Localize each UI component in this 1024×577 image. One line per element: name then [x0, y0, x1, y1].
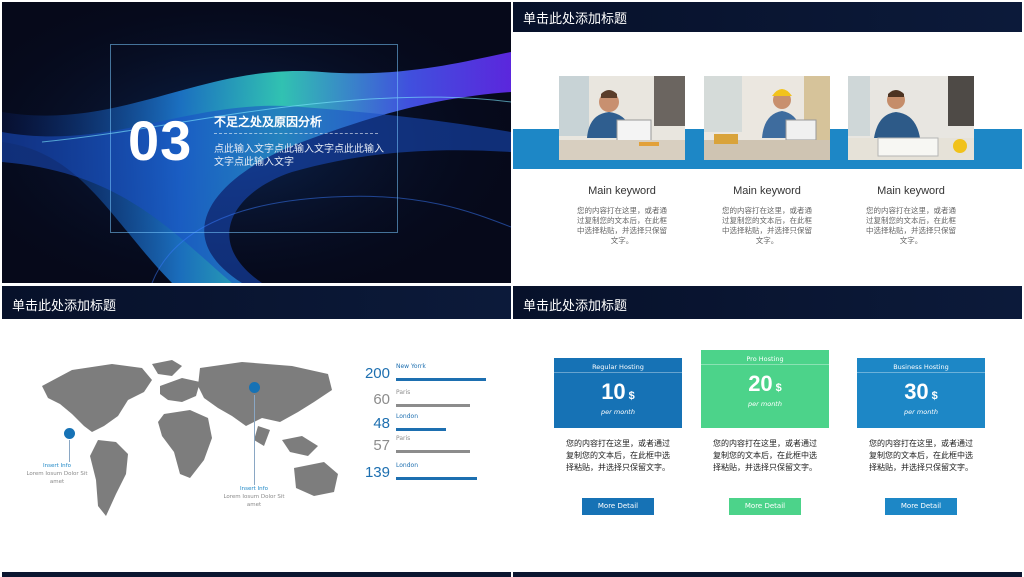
pricing-card-business: Business Hosting 30 $ per month 您的内容打在这里，… [857, 358, 985, 515]
keyword-column: Main keyword 您的内容打在这里，或者通过复制您的文本后，在此框中选择… [704, 185, 830, 246]
slide-titlebar: 单击此处添加标题 [513, 286, 1022, 319]
slide-section-03[interactable]: 03 不足之处及原因分析 点此输入文字点此输入文字点此此输入文字点此输入文字 [2, 2, 511, 283]
stat-value: 48 [373, 415, 390, 432]
price-amount: 10 [601, 379, 626, 404]
slide-titlebar: 单击此处添加标题 [513, 2, 1022, 32]
slide-title: 单击此处添加标题 [523, 12, 628, 27]
worker-photo [848, 76, 974, 160]
stat-bar [396, 477, 477, 480]
stat-city: Paris [396, 389, 411, 396]
plan-name: Regular Hosting [554, 358, 682, 373]
location-pin-icon [249, 382, 260, 393]
pin-text: Lorem Iosum Dolor Sit amet [223, 494, 285, 508]
stat-row: 139 London [352, 462, 492, 484]
pin-text: Lorem Iosum Dolor Sit amet [26, 471, 88, 485]
card-header: Pro Hosting 20 $ per month [701, 350, 829, 428]
slide-title: 单击此处添加标题 [12, 299, 117, 314]
plan-name: Business Hosting [857, 358, 985, 373]
plan-period: per month [904, 408, 938, 416]
stat-bar [396, 450, 470, 453]
stat-city: London [396, 462, 418, 469]
section-heading: 不足之处及原因分析 [214, 115, 323, 129]
stat-city: Paris [396, 435, 411, 442]
slide-keywords[interactable]: 单击此处添加标题 Main keyword 您的内容打在这里，或者通过复制您的文… [513, 2, 1022, 283]
stat-city: New Yorrk [396, 363, 426, 370]
stat-bar [396, 404, 470, 407]
slide-title: 单击此处添加标题 [523, 299, 628, 314]
card-header: Business Hosting 30 $ per month [857, 358, 985, 428]
stat-row: 60 Paris [352, 389, 492, 411]
keyword-column: Main keyword 您的内容打在这里，或者通过复制您的文本后，在此框中选择… [848, 185, 974, 246]
stat-bar [396, 378, 486, 381]
plan-name: Pro Hosting [701, 350, 829, 365]
pin-label: Insert Info [43, 463, 71, 469]
card-header: Regular Hosting 10 $ per month [554, 358, 682, 428]
price-currency: $ [931, 390, 938, 402]
price-amount: 30 [904, 379, 929, 404]
plan-price: 10 $ [554, 379, 682, 405]
card-text: 您的内容打在这里，或者通过复制您的文本后，在此框中选择粘贴，并选择只保留文字。 [713, 439, 817, 472]
keyword-label: Main keyword [588, 185, 656, 197]
next-slide-edge [2, 572, 511, 577]
price-amount: 20 [748, 371, 773, 396]
world-map-graphic [42, 360, 338, 516]
price-currency: $ [775, 382, 782, 394]
pricing-card-pro: Pro Hosting 20 $ per month 您的内容打在这里，或者通过复… [701, 350, 829, 515]
stat-row: 48 London [352, 413, 492, 435]
location-pin-icon [64, 428, 75, 439]
slide-grid: 03 不足之处及原因分析 点此输入文字点此输入文字点此此输入文字点此输入文字 单… [0, 0, 1024, 577]
worker-photo [704, 76, 830, 160]
more-detail-button[interactable]: More Detail [729, 498, 801, 515]
plan-price: 30 $ [857, 379, 985, 405]
stat-value: 60 [373, 391, 390, 408]
stat-value: 200 [364, 365, 390, 382]
stat-row: 200 New Yorrk [352, 363, 492, 385]
more-detail-button[interactable]: More Detail [582, 498, 654, 515]
worker-hardhat-illustration [704, 76, 830, 160]
pin-caption: Insert Info Lorem Iosum Dolor Sit amet [219, 485, 289, 509]
price-currency: $ [628, 390, 635, 402]
slide-world-map[interactable]: 单击此处添加标题 Insert Info Lorem Iosum Dolor S… [2, 286, 511, 570]
card-text: 您的内容打在这里，或者通过复制您的文本后，在此框中选择粘贴，并选择只保留文字。 [566, 439, 670, 472]
stat-row: 57 Paris [352, 435, 492, 457]
section-description: 点此输入文字点此输入文字点此此输入文字点此输入文字 [214, 144, 384, 168]
stat-value: 57 [373, 437, 390, 454]
worker-blueprint-illustration [848, 76, 974, 160]
dashed-divider [214, 133, 378, 134]
slide-pricing[interactable]: 单击此处添加标题 Regular Hosting 10 $ per month 您… [513, 286, 1022, 570]
keyword-column: Main keyword 您的内容打在这里，或者通过复制您的文本后，在此框中选择… [559, 185, 685, 246]
worker-photo [559, 76, 685, 160]
pin-leader-line [69, 440, 70, 462]
stat-value: 139 [364, 464, 390, 481]
plan-price: 20 $ [701, 371, 829, 397]
plan-period: per month [748, 400, 782, 408]
worker-laptop-illustration [559, 76, 685, 160]
keyword-label: Main keyword [877, 185, 945, 197]
more-detail-button[interactable]: More Detail [885, 498, 957, 515]
pricing-card-regular: Regular Hosting 10 $ per month 您的内容打在这里，或… [554, 358, 682, 515]
pin-leader-line [254, 395, 255, 485]
card-text: 您的内容打在这里，或者通过复制您的文本后，在此框中选择粘贴，并选择只保留文字。 [869, 439, 973, 472]
slide-titlebar: 单击此处添加标题 [2, 286, 511, 319]
pin-label: Insert Info [240, 486, 268, 492]
keyword-text: 您的内容打在这里，或者通过复制您的文本后，在此框中选择粘贴，并选择只保留文字。 [866, 206, 956, 245]
next-slide-edge [513, 572, 1022, 577]
keyword-text: 您的内容打在这里，或者通过复制您的文本后，在此框中选择粘贴，并选择只保留文字。 [722, 206, 812, 245]
keyword-label: Main keyword [733, 185, 801, 197]
plan-period: per month [601, 408, 635, 416]
stat-city: London [396, 413, 418, 420]
keyword-text: 您的内容打在这里，或者通过复制您的文本后，在此框中选择粘贴，并选择只保留文字。 [577, 206, 667, 245]
stat-bar [396, 428, 446, 431]
pin-caption: Insert Info Lorem Iosum Dolor Sit amet [22, 462, 92, 486]
section-number: 03 [128, 109, 193, 172]
